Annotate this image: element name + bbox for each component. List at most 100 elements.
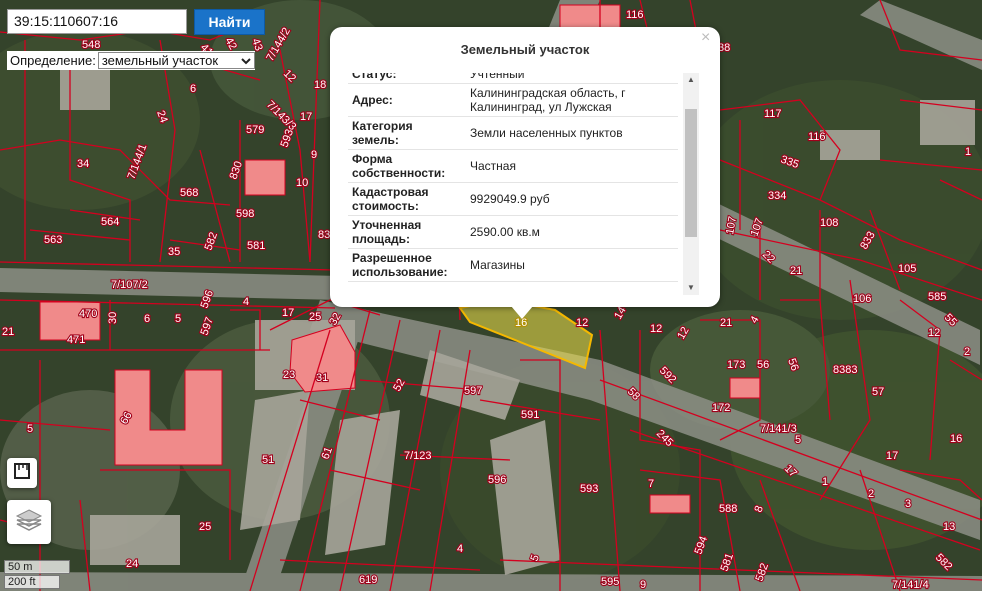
table-row: Уточненная площадь: 2590.00 кв.м <box>348 215 678 249</box>
definition-select[interactable]: земельный участок <box>97 52 255 69</box>
parcel-number-label: 7 <box>648 478 654 490</box>
scale-imperial: 200 ft <box>4 575 60 589</box>
parcel-number-label: 25 <box>309 311 321 323</box>
parcel-number-label: 23 <box>283 369 295 381</box>
row-value: Учтенный <box>466 73 678 84</box>
row-value: 9929049.9 руб <box>466 182 678 216</box>
scale-metric: 50 m <box>4 560 70 574</box>
parcel-number-label: 564 <box>101 216 119 228</box>
find-button[interactable]: Найти <box>194 9 265 35</box>
parcel-number-label: 30 <box>107 312 119 324</box>
parcel-number-label: 593 <box>580 483 598 495</box>
popup-title: Земельный участок <box>460 42 590 57</box>
parcel-number-label: 5 <box>175 313 181 325</box>
parcel-number-label: 2 <box>868 488 874 500</box>
parcel-number-label: 25 <box>199 521 211 533</box>
row-value: Частная <box>466 149 678 183</box>
parcel-number-label: 51 <box>262 454 274 466</box>
parcel-number-label: 334 <box>768 190 786 202</box>
ruler-icon <box>13 462 31 485</box>
parcel-number-label: 10 <box>296 177 308 189</box>
parcel-number-label: 595 <box>601 576 619 588</box>
parcel-number-label: 21 <box>2 326 14 338</box>
layers-icon <box>15 506 43 539</box>
row-value: Калининградская область, г Калининград, … <box>466 83 678 117</box>
parcel-number-label: 106 <box>853 293 871 305</box>
parcel-number-label: 12 <box>576 317 588 329</box>
row-key: Уточненная площадь: <box>348 215 466 249</box>
table-row: Категория земель: Земли населенных пункт… <box>348 116 678 150</box>
parcel-number-label: 18 <box>314 79 326 91</box>
parcel-number-label: 105 <box>898 263 916 275</box>
row-value: Магазины <box>466 248 678 282</box>
chevron-down-icon <box>241 53 251 68</box>
definition-row: Определение: земельный участок <box>7 51 255 70</box>
parcel-number-label: 7/141/4 <box>892 579 929 591</box>
parcel-number-label: 12 <box>650 323 662 335</box>
parcel-number-label: 172 <box>712 402 730 414</box>
parcel-number-label: 35 <box>168 246 180 258</box>
parcel-number-label: 13 <box>943 521 955 533</box>
parcel-number-label: 21 <box>720 317 732 329</box>
table-row: Адрес: Калининградская область, г Калини… <box>348 83 678 117</box>
parcel-number-label: 6 <box>190 83 196 95</box>
table-row: Кадастровая стоимость: 9929049.9 руб <box>348 182 678 216</box>
parcel-number-label: 21 <box>790 265 802 277</box>
scroll-down-arrow-icon[interactable]: ▼ <box>683 281 699 295</box>
parcel-number-label: 7/141/3 <box>760 423 797 435</box>
row-key: Кадастровая стоимость: <box>348 182 466 216</box>
measure-button[interactable] <box>7 458 37 488</box>
parcel-number-label: 117 <box>764 108 782 120</box>
popup-pointer <box>511 306 533 319</box>
parcel-number-label: 7/107/2 <box>111 279 148 291</box>
parcel-number-label: 6 <box>144 313 150 325</box>
row-key: Форма собственности: <box>348 149 466 183</box>
row-key: Адрес: <box>348 83 466 117</box>
parcel-number-label: 563 <box>44 234 62 246</box>
parcel-number-label: 16 <box>950 433 962 445</box>
row-value: Земли населенных пунктов <box>466 116 678 150</box>
row-value: 2590.00 кв.м <box>466 215 678 249</box>
parcel-number-label: 12 <box>928 327 940 339</box>
parcel-number-label: 31 <box>316 372 328 384</box>
parcel-number-label: 24 <box>126 558 138 570</box>
parcel-number-label: 596 <box>488 474 506 486</box>
parcel-number-label: 2 <box>964 346 970 358</box>
cadastral-number-input[interactable]: 39:15:110607:16 <box>7 9 187 34</box>
parcel-number-label: 17 <box>282 307 294 319</box>
parcel-number-label: 5 <box>27 423 33 435</box>
parcel-number-label: 598 <box>236 208 254 220</box>
parcel-number-label: 17 <box>300 111 312 123</box>
parcel-number-label: 34 <box>77 158 89 170</box>
parcel-number-label: 17 <box>886 450 898 462</box>
parcel-number-label: 116 <box>626 9 644 21</box>
parcel-attributes-table: Статус: Учтенный Адрес: Калининградская … <box>348 73 678 282</box>
table-row: Форма собственности: Частная <box>348 149 678 183</box>
definition-label: Определение: <box>10 53 96 68</box>
layers-button[interactable] <box>7 500 51 544</box>
scrollbar-thumb[interactable] <box>685 109 697 237</box>
parcel-number-label: 1 <box>822 476 828 488</box>
definition-selected-value: земельный участок <box>101 53 219 68</box>
table-row: Разрешенное использование: Магазины <box>348 248 678 282</box>
parcel-number-label: 1 <box>965 146 971 158</box>
parcel-number-label: 7/123 <box>404 450 432 462</box>
parcel-number-label: 581 <box>247 240 265 252</box>
parcel-number-label: 588 <box>719 503 737 515</box>
row-key: Статус: <box>348 73 466 84</box>
parcel-number-label: 56 <box>757 359 769 371</box>
parcel-number-label: 8383 <box>833 364 857 376</box>
parcel-number-label: 470 <box>79 308 97 320</box>
parcel-number-label: 108 <box>820 217 838 229</box>
parcel-number-label: 4 <box>243 296 249 308</box>
scroll-up-arrow-icon[interactable]: ▲ <box>683 73 699 87</box>
parcel-number-label: 591 <box>521 409 539 421</box>
parcel-number-label: 116 <box>808 131 826 143</box>
parcel-number-label: 57 <box>872 386 884 398</box>
popup-body: Статус: Учтенный Адрес: Калининградская … <box>348 73 696 295</box>
parcel-number-label: 9 <box>311 149 317 161</box>
popup-scrollbar[interactable]: ▲ ▼ <box>683 73 699 295</box>
row-key: Разрешенное использование: <box>348 248 466 282</box>
parcel-number-label: 579 <box>246 124 264 136</box>
parcel-number-label: 585 <box>928 291 946 303</box>
